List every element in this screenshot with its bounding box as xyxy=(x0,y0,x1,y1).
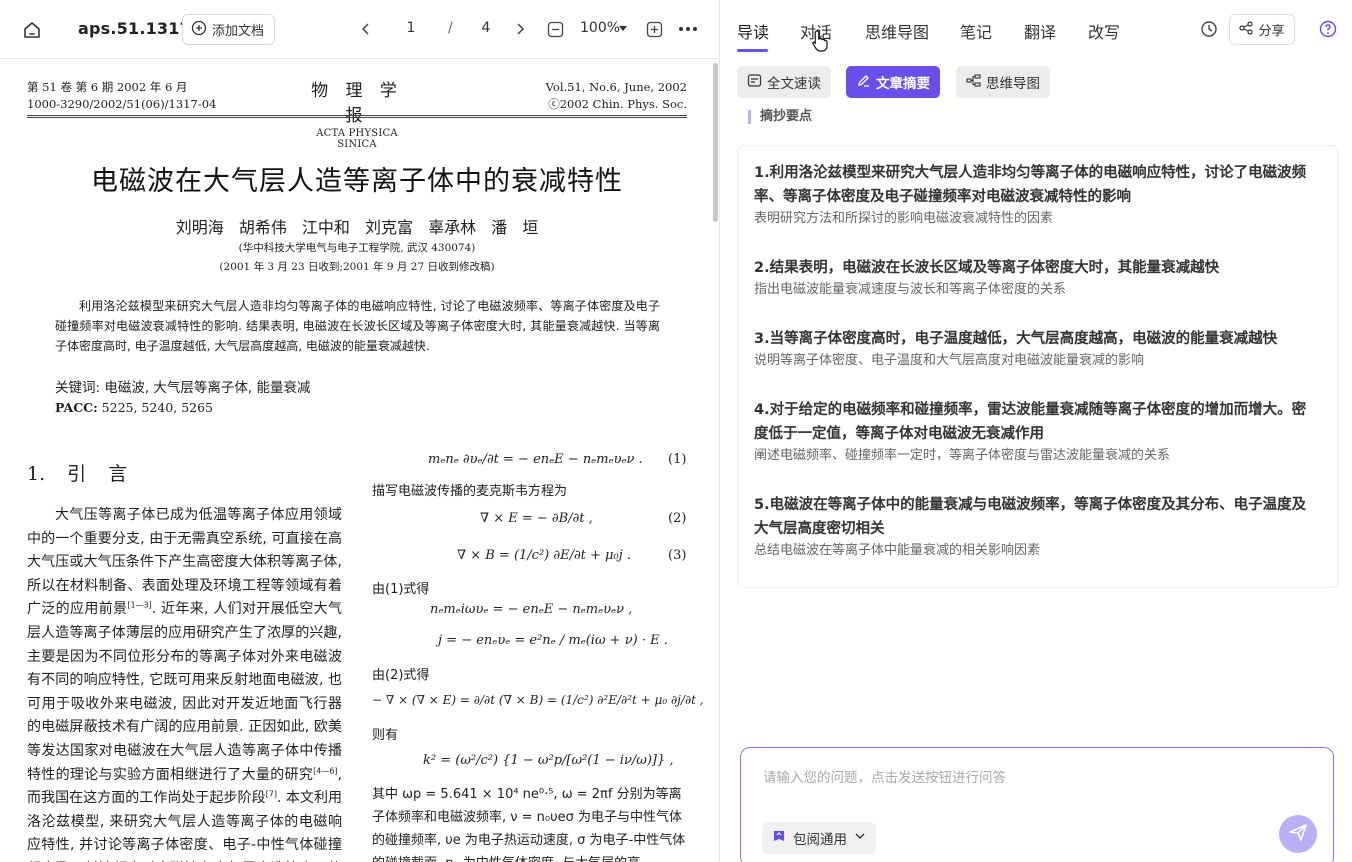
article-summary-button[interactable]: 文章摘要 xyxy=(846,66,940,98)
journal-name: 物 理 学 报 ACTA PHYSICA SINICA xyxy=(311,81,403,150)
from-eq2-text: 由(2)式得 xyxy=(372,668,430,683)
paper-pacc: PACC: 5225, 5240, 5265 xyxy=(55,400,214,415)
active-tab-indicator xyxy=(737,49,768,52)
summary-point: 2.结果表明，电磁波在长波长区域及等离子体密度大时，其能量衰减越快 指出电磁波能… xyxy=(754,260,1220,297)
plus-circle-icon xyxy=(191,20,207,40)
journal-header-left: 第 51 卷 第 6 期 2002 年 6 月 1000-3290/2002/5… xyxy=(27,80,217,111)
then-text: 则有 xyxy=(372,728,399,743)
add-document-label: 添加文档 xyxy=(212,24,265,39)
journal-header-right: Vol.51, No.6, June, 2002 ⓒ2002 Chin. Phy… xyxy=(545,80,687,111)
paper-title: 电磁波在大气层人造等离子体中的衰减特性 xyxy=(91,166,623,197)
intro-paragraph: 大气压等离子体已成为低温等离子体应用领域中的一个重要分支, 由于无需真空系统, … xyxy=(27,507,342,862)
mindmap-icon xyxy=(966,73,981,92)
mindmap-button[interactable]: 思维导图 xyxy=(956,66,1050,98)
send-icon xyxy=(1288,822,1308,846)
total-pages: 4 xyxy=(481,20,491,36)
paper-authors: 刘明海 胡希伟 江中和 刘克富 辜承林 潘 垣 xyxy=(175,218,539,237)
home-icon[interactable] xyxy=(20,18,44,42)
summary-point: 3.当等离子体密度高时，电子温度越低，大气层高度越高，电磁波的能量衰减越快 说明… xyxy=(754,331,1278,368)
chevron-down-icon xyxy=(854,830,866,846)
speed-read-icon xyxy=(747,73,762,92)
document-toolbar: aps.51.1317 添加文档 1 / 4 100% xyxy=(0,0,719,59)
summary-point: 1.利用洛沦兹模型来研究大气层人造非均匀等离子体的电磁响应特性，讨论了电磁波频率… xyxy=(754,165,1307,226)
tab-notes[interactable]: 笔记 xyxy=(960,19,992,43)
page-separator: / xyxy=(448,20,453,36)
excerpt-heading: 摘抄要点 xyxy=(748,110,812,124)
question-placeholder: 请输入您的问题，点击发送按钮进行问答 xyxy=(763,770,1006,786)
share-icon xyxy=(1239,20,1254,39)
tab-translate[interactable]: 翻译 xyxy=(1024,19,1056,43)
variable-definitions: 其中 ωp = 5.641 × 10⁴ ne⁰·⁵, ω = 2πf 分别为等离… xyxy=(372,787,686,862)
next-page-icon[interactable] xyxy=(511,20,529,38)
model-icon xyxy=(772,829,786,847)
full-text-speed-read-button[interactable]: 全文速读 xyxy=(737,66,831,98)
model-select-button[interactable]: 包阅通用 xyxy=(762,822,876,854)
add-document-button[interactable]: 添加文档 xyxy=(182,14,276,45)
equation-1-number: (1) xyxy=(668,452,687,467)
history-icon[interactable] xyxy=(1200,20,1218,38)
share-label: 分享 xyxy=(1258,24,1285,39)
header-divider xyxy=(27,115,687,118)
tab-guide[interactable]: 导读 xyxy=(737,19,769,43)
document-title: aps.51.1317 xyxy=(78,19,191,38)
equation-7: k² = (ω²/c²) {1 − ω²p/[ω²(1 − iν/ω)]} , xyxy=(423,753,674,768)
panel-divider[interactable] xyxy=(719,0,720,862)
model-label: 包阅通用 xyxy=(793,832,847,848)
mouse-pointer-icon xyxy=(812,30,828,52)
paper-received-dates: (2001 年 3 月 23 日收到;2001 年 9 月 27 日收到修改稿) xyxy=(219,261,495,273)
paper-affiliation: (华中科技大学电气与电子工程学院, 武汉 430074) xyxy=(238,242,476,254)
summary-point: 4.对于给定的电磁频率和碰撞频率，雷达波能量衰减随等离子体密度的增加而增大。密度… xyxy=(754,402,1307,463)
zoom-level-select[interactable]: 100% xyxy=(580,20,620,36)
zoom-in-icon[interactable] xyxy=(646,21,663,38)
summary-point: 5.电磁波在等离子体中的能量衰减与电磁波频率，等离子体密度及其分布、电子温度及大… xyxy=(754,497,1307,558)
share-button[interactable]: 分享 xyxy=(1229,14,1295,45)
chevron-down-icon[interactable] xyxy=(619,26,627,31)
tab-mindmap[interactable]: 思维导图 xyxy=(865,19,929,43)
equation-3-number: (3) xyxy=(668,548,687,563)
maxwell-intro-text: 描写电磁波传播的麦克斯韦方程为 xyxy=(372,484,568,499)
zoom-out-icon[interactable] xyxy=(547,21,564,38)
current-page-input[interactable]: 1 xyxy=(400,20,422,36)
equation-1: mₑnₑ ∂υₑ/∂t = − enₑE − nₑmₑυₑν . xyxy=(428,452,643,467)
send-button[interactable] xyxy=(1279,815,1317,853)
help-icon[interactable] xyxy=(1319,20,1337,38)
equation-5: j = − enₑυₑ = e²nₑ / mₑ(iω + ν) · E . xyxy=(438,633,668,648)
equation-3: ∇ × B = (1/c²) ∂E/∂t + μ₀j . xyxy=(457,548,632,563)
document-scrollbar[interactable] xyxy=(713,63,718,222)
document-viewer[interactable]: 第 51 卷 第 6 期 2002 年 6 月 1000-3290/2002/5… xyxy=(0,59,719,862)
equation-2: ∇ × E = − ∂B/∂t , xyxy=(480,511,593,526)
equation-6: − ∇ × (∇ × E) = ∂/∂t (∇ × B) = (1/c²) ∂²… xyxy=(372,693,704,707)
equation-2-number: (2) xyxy=(668,511,687,526)
section-title: 1. 引 言 xyxy=(27,463,128,485)
pen-icon xyxy=(856,73,871,92)
tab-rewrite[interactable]: 改写 xyxy=(1088,19,1120,43)
paper-abstract: 利用洛沦兹模型来研究大气层人造非均匀等离子体的电磁响应特性, 讨论了电磁波频率、… xyxy=(55,299,660,353)
more-options-icon[interactable] xyxy=(676,20,700,38)
equation-4: nₑmₑiωυₑ = − enₑE − nₑmₑυₑν , xyxy=(430,602,633,617)
paper-keywords: 关键词: 电磁波, 大气层等离子体, 能量衰减 xyxy=(55,380,311,396)
previous-page-icon[interactable] xyxy=(357,20,375,38)
from-eq1-text: 由(1)式得 xyxy=(372,582,430,597)
